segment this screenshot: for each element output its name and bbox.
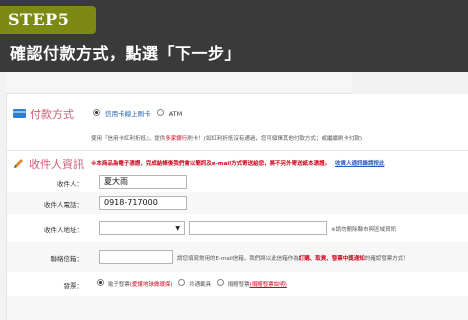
frame-top-bar	[6, 72, 352, 94]
option-credit-card-label[interactable]: 信用卡線上刷卡	[105, 110, 151, 118]
phone-label: 收件人電話：	[44, 201, 83, 209]
checkout-panel: 付款方式 信用卡線上刷卡 ATM 使用『信用卡紅利折抵』，提供多家銀行刷卡！(如…	[6, 94, 468, 320]
donate-invoice-link[interactable]: (捐贈發票說明)	[250, 282, 287, 288]
email-note: 請您填寫常用的E-mail信箱，我們將以此信箱作為訂購、取貨、發票中獎通知的確認…	[177, 256, 409, 262]
e-invoice-sub: (愛護地球做環保)	[129, 282, 173, 288]
address-book-link[interactable]: 收貨人通訊錄請按此	[335, 161, 385, 167]
filler-row	[7, 296, 468, 320]
step-badge: STEP5	[0, 6, 96, 34]
radio-donate-invoice[interactable]	[216, 279, 224, 286]
payment-note: 使用『信用卡紅利折抵』，提供多家銀行刷卡！(如紅利折抵沒有通過，您可個擇其他付款…	[91, 136, 363, 142]
invoice-row: 發票： 電子發票(愛護地球做環保) 共通載具 捐贈發票(捐贈發票說明)	[7, 272, 468, 296]
address-row: 收件人地址： ▼ ※請勿刪除縣市與區域資訊	[7, 214, 468, 242]
payment-method-title: 付款方式	[13, 106, 74, 122]
address-label: 收件人地址：	[44, 226, 83, 234]
recipient-name-input[interactable]: 夏大雨	[99, 175, 187, 189]
recipient-phone-input[interactable]: 0918-717000	[99, 196, 187, 210]
recipient-notice: ※本商品為電子憑證，完成結帳後我們會以簡訊及e-mail方式寄送給您，將不另外寄…	[91, 161, 385, 167]
email-label: 聯絡信箱：	[50, 255, 84, 263]
recipient-info-title: 收件人資訊	[13, 156, 84, 172]
email-row: 聯絡信箱： 請您填寫常用的E-mail信箱，我們將以此信箱作為訂購、取貨、發票中…	[7, 242, 468, 272]
step-instruction: 確認付款方式，點選「下一步」	[10, 44, 242, 63]
pencil-icon	[14, 159, 23, 168]
payment-options: 信用卡線上刷卡 ATM	[93, 108, 182, 118]
step-header: STEP5 確認付款方式，點選「下一步」	[0, 0, 468, 72]
screenshot-frame: 付款方式 信用卡線上刷卡 ATM 使用『信用卡紅利折抵』，提供多家銀行刷卡！(如…	[0, 72, 468, 320]
radio-common-carrier[interactable]	[178, 279, 186, 286]
invoice-label: 發票：	[63, 282, 84, 290]
chevron-down-icon: ▼	[175, 225, 180, 232]
common-carrier-label[interactable]: 共通載具	[189, 282, 211, 288]
donate-invoice-label[interactable]: 捐贈發票	[228, 282, 250, 288]
radio-atm[interactable]	[156, 109, 164, 116]
address-hint: ※請勿刪除縣市與區域資訊	[331, 227, 397, 233]
invoice-options: 電子發票(愛護地球做環保) 共通載具 捐贈發票(捐贈發票說明)	[97, 279, 287, 288]
e-invoice-label[interactable]: 電子發票	[108, 282, 130, 288]
radio-e-invoice[interactable]	[97, 279, 104, 286]
phone-row: 收件人電話： 0918-717000	[7, 192, 468, 214]
divider	[7, 150, 468, 151]
payment-note-bank: 多家銀行	[165, 136, 188, 142]
radio-credit-card[interactable]	[93, 109, 100, 116]
email-input[interactable]	[99, 250, 173, 264]
city-select[interactable]: ▼	[99, 221, 185, 235]
name-label: 收件人：	[57, 180, 83, 188]
credit-card-icon	[13, 109, 26, 118]
option-atm-label[interactable]: ATM	[169, 110, 183, 118]
address-detail-input[interactable]	[189, 221, 327, 235]
name-row: 收件人： 夏大雨	[7, 172, 468, 192]
